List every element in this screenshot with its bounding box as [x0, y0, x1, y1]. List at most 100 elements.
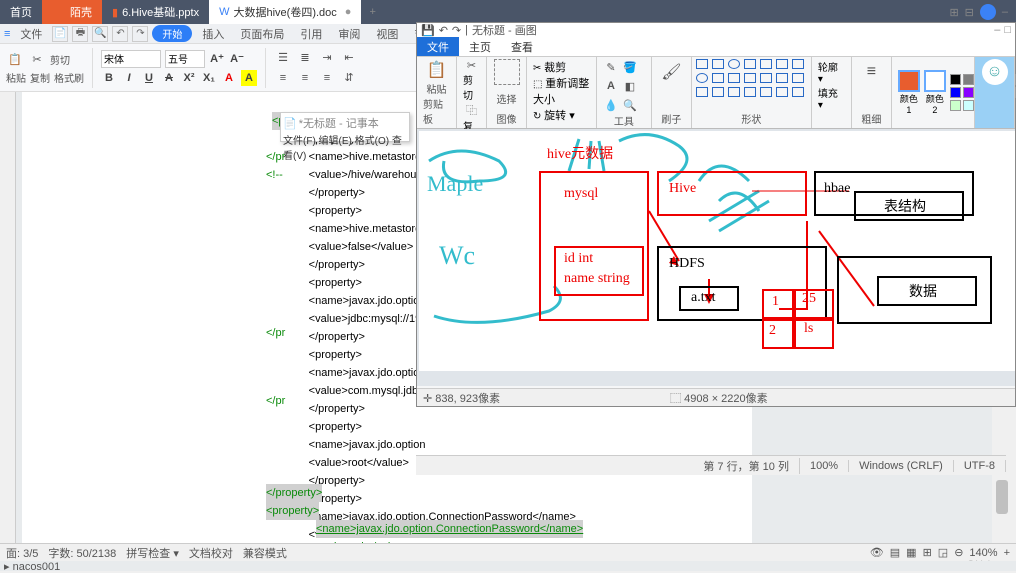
page-indicator[interactable]: 面: 3/5: [6, 545, 38, 561]
paint-tab-file[interactable]: 文件: [417, 37, 459, 56]
bullets-icon[interactable]: ☰: [274, 49, 292, 67]
view-icon[interactable]: 👁: [870, 546, 884, 559]
spellcheck-button[interactable]: 拼写检查 ▾: [126, 545, 179, 561]
copy-label[interactable]: 复制: [30, 70, 50, 85]
outdent-icon[interactable]: ⇤: [340, 49, 358, 67]
menu-start[interactable]: 开始: [152, 25, 192, 42]
zoom-icon[interactable]: 🔍: [622, 97, 638, 113]
text-icon[interactable]: A: [603, 78, 619, 94]
paint-tab-home[interactable]: 主页: [459, 37, 501, 56]
sub-button[interactable]: X₁: [201, 70, 217, 86]
read-icon[interactable]: ▤: [890, 546, 900, 559]
numbering-icon[interactable]: ≣: [296, 49, 314, 67]
proofing-button[interactable]: 文档校对: [189, 545, 233, 561]
underline-button[interactable]: U: [141, 70, 157, 86]
preview-icon[interactable]: 🔍: [92, 26, 108, 42]
menu-layout[interactable]: 页面布局: [234, 26, 290, 42]
italic-button[interactable]: I: [121, 70, 137, 86]
close-icon[interactable]: ●: [345, 6, 352, 18]
tab-doc[interactable]: W大数据hive(卷四).doc●: [209, 0, 361, 24]
dec-font-icon[interactable]: A⁻: [229, 51, 245, 67]
color2-button[interactable]: [924, 70, 946, 92]
fillshape-button[interactable]: 填充 ▾: [818, 85, 845, 111]
size-select[interactable]: 五号: [165, 50, 205, 68]
redo-icon[interactable]: ↷: [452, 24, 461, 37]
color-swatch[interactable]: [963, 74, 974, 85]
assistant-icon[interactable]: ☺: [982, 59, 1008, 85]
print-icon[interactable]: 🖶: [72, 26, 88, 42]
minimize-icon[interactable]: –: [1002, 6, 1008, 18]
paste-icon[interactable]: 📋: [6, 50, 24, 68]
fmt-label[interactable]: 格式刷: [54, 70, 84, 85]
paint-titlebar[interactable]: 💾 ↶ ↷ | 无标题 - 画图 –□: [417, 23, 1015, 37]
zoom-out-icon[interactable]: ⊖: [954, 546, 963, 559]
paste-button[interactable]: 📋: [424, 59, 450, 81]
picker-icon[interactable]: 💧: [603, 97, 619, 113]
notepad-window[interactable]: 📄*无标题 - 记事本 文件(F) 编辑(E) 格式(O) 查看(V): [280, 112, 410, 142]
avatar-icon[interactable]: [980, 4, 996, 20]
cut-icon[interactable]: ✂: [464, 59, 480, 72]
xml-highlight: <name>javax.jdo.option.ConnectionPasswor…: [316, 523, 583, 535]
thickness-button[interactable]: ≡: [858, 59, 884, 85]
zoom-in-icon[interactable]: +: [1004, 547, 1010, 559]
redo-icon[interactable]: ↷: [132, 26, 148, 42]
align-right-icon[interactable]: ≡: [318, 69, 336, 87]
bold-button[interactable]: B: [101, 70, 117, 86]
outline-button[interactable]: 轮廓 ▾: [818, 59, 845, 85]
cut-icon[interactable]: ✂: [28, 50, 46, 68]
outline-icon[interactable]: ◲: [938, 546, 948, 559]
tab-ppt[interactable]: ▮6.Hive基础.pptx: [102, 0, 209, 24]
layout-icon[interactable]: ⊞: [949, 6, 958, 19]
paint-tab-view[interactable]: 查看: [501, 37, 543, 56]
brush-button[interactable]: 🖌: [658, 59, 684, 85]
linespacing-icon[interactable]: ⇵: [340, 69, 358, 87]
layout-icon[interactable]: ▦: [906, 546, 916, 559]
save-icon[interactable]: 💾: [421, 24, 435, 37]
crop-button[interactable]: ✂ 裁剪: [533, 59, 566, 75]
color-swatch[interactable]: [950, 74, 961, 85]
color-swatch[interactable]: [963, 87, 974, 98]
align-left-icon[interactable]: ≡: [274, 69, 292, 87]
super-button[interactable]: X²: [181, 70, 197, 86]
color1-button[interactable]: [898, 70, 920, 92]
fontcolor-button[interactable]: A: [221, 70, 237, 86]
max-icon[interactable]: □: [1004, 24, 1011, 36]
layout2-icon[interactable]: ⊟: [965, 6, 974, 19]
tab-moke[interactable]: 陌壳: [42, 0, 102, 24]
zoom-value[interactable]: 140%: [969, 547, 997, 559]
menu-insert[interactable]: 插入: [196, 26, 230, 42]
color-swatch[interactable]: [950, 87, 961, 98]
color-swatch[interactable]: [963, 100, 974, 111]
inc-font-icon[interactable]: A⁺: [209, 51, 225, 67]
word-count[interactable]: 字数: 50/2138: [48, 545, 116, 561]
web-icon[interactable]: ⊞: [923, 546, 932, 559]
strike-button[interactable]: A: [161, 70, 177, 86]
shapes-gallery[interactable]: [696, 59, 806, 99]
np-utf: UTF-8: [954, 460, 1006, 472]
menu-view[interactable]: 视图: [370, 26, 404, 42]
menu-ref[interactable]: 引用: [294, 26, 328, 42]
canvas-area[interactable]: hive元数据 Maple Wc mysql id int name strin…: [417, 129, 1015, 386]
tab-home[interactable]: 首页: [0, 0, 42, 24]
select-button[interactable]: [494, 59, 520, 85]
color-swatch[interactable]: [950, 100, 961, 111]
rotate-button[interactable]: ↻ 旋转 ▾: [533, 107, 575, 123]
resize-button[interactable]: ⬚ 重新调整大小: [533, 75, 590, 107]
copy-icon[interactable]: ⿻: [464, 102, 480, 118]
undo-icon[interactable]: ↶: [112, 26, 128, 42]
paint-canvas[interactable]: hive元数据 Maple Wc mysql id int name strin…: [419, 131, 1015, 371]
pencil-icon[interactable]: ✎: [603, 59, 619, 75]
highlight-button[interactable]: A: [241, 70, 257, 86]
eraser-icon[interactable]: ◧: [622, 78, 638, 94]
menu-file[interactable]: 文件: [14, 26, 48, 42]
font-select[interactable]: 宋体: [101, 50, 161, 68]
indent-icon[interactable]: ⇥: [318, 49, 336, 67]
min-icon[interactable]: –: [994, 24, 1000, 36]
fill-icon[interactable]: 🪣: [622, 59, 638, 75]
align-center-icon[interactable]: ≡: [296, 69, 314, 87]
undo-icon[interactable]: ↶: [439, 24, 448, 37]
menu-review[interactable]: 审阅: [332, 26, 366, 42]
notepad-menu[interactable]: 文件(F) 编辑(E) 格式(O) 查看(V): [283, 132, 407, 162]
save-icon[interactable]: 📄: [52, 26, 68, 42]
new-tab-button[interactable]: +: [361, 6, 383, 18]
